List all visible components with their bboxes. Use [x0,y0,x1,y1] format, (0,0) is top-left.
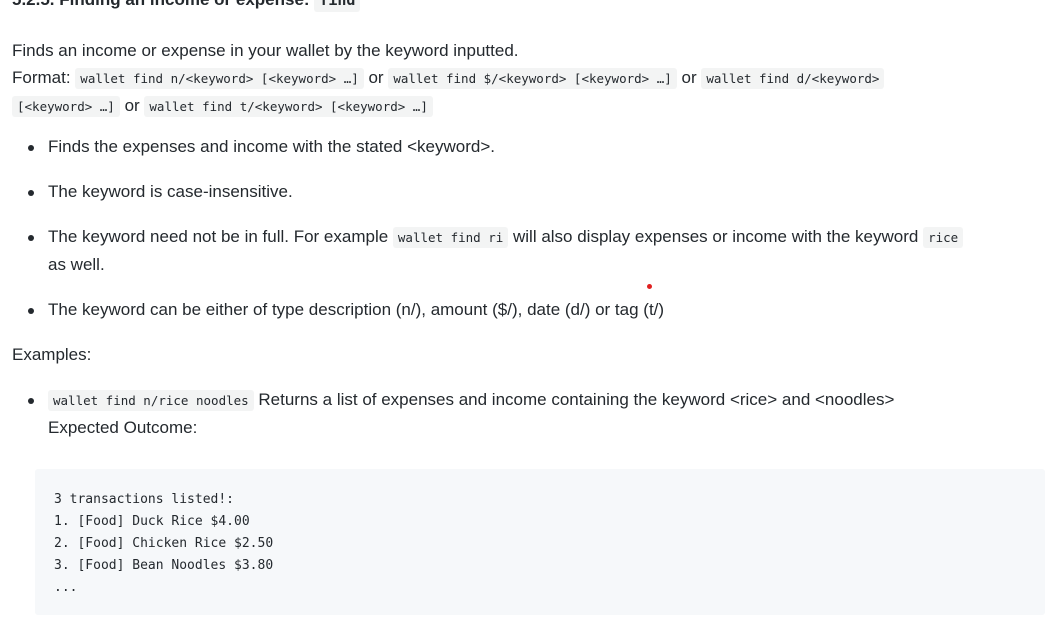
format-label: Format: [12,68,76,87]
bullet-code-ri: wallet find ri [392,227,509,248]
examples-list: wallet find n/rice noodles Returns a lis… [12,386,1057,441]
notes-list: Finds the expenses and income with the s… [12,133,1057,323]
bullet-icon [28,308,34,314]
bullet-text-3a: The keyword need not be in full. For exa… [48,227,393,246]
bullet-text-3c: as well. [48,255,105,274]
list-item: Finds the expenses and income with the s… [28,133,1057,160]
list-item: The keyword can be either of type descri… [28,296,1057,323]
outcome-line: 3. [Food] Bean Noodles $3.80 [54,558,274,573]
list-item: The keyword need not be in full. For exa… [28,223,1057,278]
list-item: wallet find n/rice noodles Returns a lis… [28,386,1057,441]
examples-heading: Examples: [12,345,92,364]
bullet-text-4: The keyword can be either of type descri… [48,300,665,319]
code-block-content: 3 transactions listed!: 1. [Food] Duck R… [35,469,1045,619]
format-code-n: wallet find n/<keyword> [<keyword> …] [75,68,364,89]
section-heading: 5.2.5. Finding an income or expense: fin… [12,0,1057,16]
format-or-3: or [119,96,145,115]
bullet-text-3b: will also display expenses or income wit… [508,227,924,246]
format-code-amount: wallet find $/<keyword> [<keyword> …] [388,68,677,89]
format-code-date-cont: [<keyword> …] [12,96,120,117]
document-page: 5.2.5. Finding an income or expense: fin… [12,0,1057,441]
expected-outcome-label: Expected Outcome: [48,418,198,437]
outcome-line: 1. [Food] Duck Rice $4.00 [54,514,250,529]
list-item: The keyword is case-insensitive. [28,178,1057,205]
bullet-code-rice: rice [923,227,964,248]
description-text: Finds an income or expense in your walle… [12,41,519,60]
bullet-icon [28,235,34,241]
description: Finds an income or expense in your walle… [12,37,1057,120]
format-code-date: wallet find d/<keyword> [701,68,885,89]
bullet-icon [28,145,34,151]
outcome-line: 3 transactions listed!: [54,492,235,507]
example-text: Returns a list of expenses and income co… [253,390,895,409]
format-or-2: or [676,68,702,87]
bullet-text-1: Finds the expenses and income with the s… [48,137,495,156]
outcome-line: ... [54,580,78,595]
code-block: 3 transactions listed!: 1. [Food] Duck R… [35,469,1045,615]
bullet-icon [28,190,34,196]
format-or-1: or [363,68,389,87]
bullet-icon [28,398,34,404]
section-title-code: find [314,0,361,12]
format-code-tag: wallet find t/<keyword> [<keyword> …] [144,96,433,117]
example-code: wallet find n/rice noodles [48,390,254,411]
cursor-dot [647,284,652,289]
section-title-text: 5.2.5. Finding an income or expense: [12,0,314,9]
outcome-line: 2. [Food] Chicken Rice $2.50 [54,536,274,551]
bullet-text-2: The keyword is case-insensitive. [48,182,293,201]
